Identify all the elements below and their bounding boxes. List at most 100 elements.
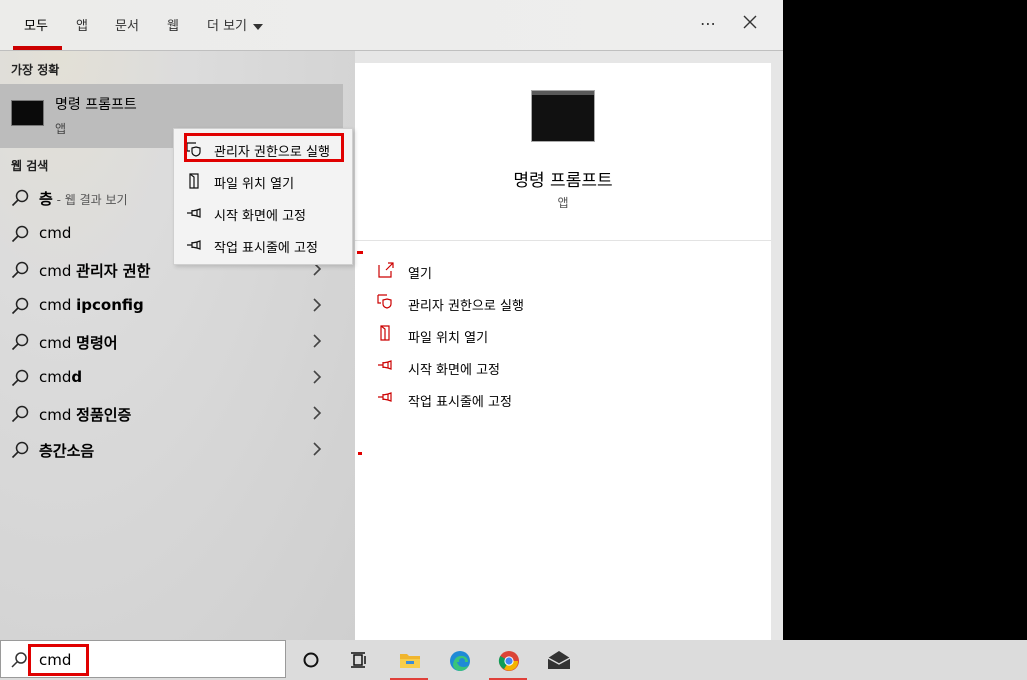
- query-prefix: cmd: [39, 224, 72, 242]
- detail-action-label: 열기: [408, 267, 432, 282]
- web-search-item[interactable]: cmd ipconfig: [0, 291, 343, 321]
- file-explorer-button[interactable]: [386, 640, 432, 680]
- detail-action-label: 파일 위치 열기: [408, 331, 489, 346]
- close-icon[interactable]: [742, 14, 758, 34]
- folder-location-icon: [377, 325, 395, 343]
- edge-icon: [450, 651, 470, 671]
- web-result-hint: - 웹 결과 보기: [52, 193, 128, 207]
- highlight-run-as-admin: [184, 133, 344, 162]
- chevron-right-icon[interactable]: [311, 405, 323, 421]
- query-prefix: cmd: [39, 334, 77, 352]
- tab-apps[interactable]: 앱: [76, 15, 88, 34]
- detail-subtitle: 앱: [557, 196, 569, 210]
- chevron-right-icon[interactable]: [311, 333, 323, 349]
- icon-titlebar: [532, 91, 594, 95]
- web-search-item-label: 층 - 웹 결과 보기: [39, 188, 128, 209]
- best-match-subtitle: 앱: [55, 122, 67, 136]
- folder-location-icon: [186, 173, 202, 189]
- web-search-label: 웹 검색: [11, 159, 49, 173]
- cortana-icon: [303, 652, 319, 668]
- query-prefix: cmd: [39, 296, 77, 314]
- task-view-icon: [351, 652, 366, 668]
- web-search-item-label: cmdd: [39, 368, 82, 386]
- chevron-right-icon[interactable]: [311, 297, 323, 313]
- search-icon: [10, 224, 30, 244]
- chevron-right-icon[interactable]: [311, 441, 323, 457]
- best-match-title: 명령 프롬프트: [55, 97, 137, 113]
- detail-title: 명령 프롬프트: [513, 171, 613, 191]
- active-tab-indicator: [13, 46, 62, 50]
- red-marker: [357, 251, 363, 254]
- query-suggestion: d: [71, 368, 83, 386]
- detail-action[interactable]: 파일 위치 열기: [377, 321, 757, 349]
- detail-pane: 명령 프롬프트 앱 열기관리자 권한으로 실행파일 위치 열기시작 화면에 고정…: [355, 63, 771, 640]
- query-suggestion: 정품인증: [76, 406, 132, 424]
- query-suggestion: 명령어: [76, 334, 118, 352]
- web-search-item[interactable]: cmd 명령어: [0, 327, 343, 357]
- detail-action-label: 관리자 권한으로 실행: [408, 299, 524, 314]
- web-search-item[interactable]: 층간소음: [0, 435, 343, 465]
- edge-button[interactable]: [436, 640, 482, 680]
- web-search-item[interactable]: cmd 정품인증: [0, 399, 343, 429]
- detail-action[interactable]: 시작 화면에 고정: [377, 353, 757, 381]
- task-view-button[interactable]: [336, 640, 382, 680]
- web-search-item[interactable]: cmdd: [0, 363, 343, 393]
- chevron-right-icon[interactable]: [311, 369, 323, 385]
- query-prefix: cmd: [39, 368, 72, 386]
- pin-icon: [377, 357, 395, 375]
- detail-action[interactable]: 열기: [377, 257, 757, 285]
- chrome-button[interactable]: [485, 640, 531, 680]
- search-icon: [10, 368, 30, 388]
- detail-action-label: 작업 표시줄에 고정: [408, 395, 512, 410]
- tab-documents[interactable]: 문서: [115, 15, 139, 34]
- query-suggestion: 관리자 권한: [76, 262, 151, 280]
- chrome-icon: [498, 651, 519, 671]
- context-menu-item-label: 작업 표시줄에 고정: [214, 241, 318, 256]
- command-prompt-icon: [11, 100, 44, 126]
- context-menu-item[interactable]: 파일 위치 열기: [174, 166, 352, 196]
- search-icon: [10, 404, 30, 424]
- web-search-item-label: cmd 명령어: [39, 332, 118, 353]
- web-search-item-label: cmd ipconfig: [39, 296, 144, 314]
- context-menu-item-label: 시작 화면에 고정: [214, 209, 306, 224]
- pin-icon: [186, 205, 202, 221]
- start-search-panel: 모두 앱 문서 웹 더 보기 ⋯ 가장 정확 명령 프롬프트 앱 웹 검색 층 …: [0, 0, 783, 640]
- mail-icon: [547, 651, 571, 669]
- caret-down-icon: [253, 23, 264, 30]
- web-search-item-label: 층간소음: [39, 440, 94, 461]
- web-search-item-label: cmd: [39, 224, 71, 242]
- highlight-search-text: [28, 644, 89, 676]
- tab-web[interactable]: 웹: [167, 15, 179, 34]
- pin-icon: [377, 389, 395, 407]
- detail-action-label: 시작 화면에 고정: [408, 363, 500, 378]
- search-icon: [11, 652, 27, 668]
- context-menu-item-label: 파일 위치 열기: [214, 177, 295, 192]
- filter-tabs: 모두 앱 문서 웹 더 보기 ⋯: [0, 0, 783, 51]
- open-icon: [377, 261, 395, 279]
- query-prefix: cmd: [39, 406, 77, 424]
- tab-more[interactable]: 더 보기: [207, 15, 264, 34]
- search-icon: [10, 260, 30, 280]
- detail-action[interactable]: 작업 표시줄에 고정: [377, 385, 757, 413]
- query-prefix: cmd: [39, 262, 77, 280]
- ellipsis-icon[interactable]: ⋯: [700, 14, 716, 33]
- cortana-button[interactable]: [288, 640, 334, 680]
- web-search-item-label: cmd 정품인증: [39, 404, 131, 425]
- tab-all[interactable]: 모두: [24, 15, 48, 34]
- web-search-item-label: cmd 관리자 권한: [39, 260, 150, 281]
- search-icon: [10, 332, 30, 352]
- query-suggestion: 층간소음: [39, 442, 95, 460]
- search-icon: [10, 188, 30, 208]
- query-suggestion: ipconfig: [76, 296, 144, 314]
- search-icon: [10, 440, 30, 460]
- detail-action[interactable]: 관리자 권한으로 실행: [377, 289, 757, 317]
- best-match-label: 가장 정확: [11, 63, 60, 77]
- query-suggestion: 층: [39, 190, 53, 208]
- search-icon: [10, 296, 30, 316]
- mail-button[interactable]: [534, 640, 580, 680]
- shield-run-icon: [377, 293, 395, 311]
- tab-more-label: 더 보기: [207, 19, 248, 34]
- context-menu-item[interactable]: 작업 표시줄에 고정: [174, 230, 352, 260]
- context-menu-item[interactable]: 시작 화면에 고정: [174, 198, 352, 228]
- file-explorer-icon: [400, 654, 420, 668]
